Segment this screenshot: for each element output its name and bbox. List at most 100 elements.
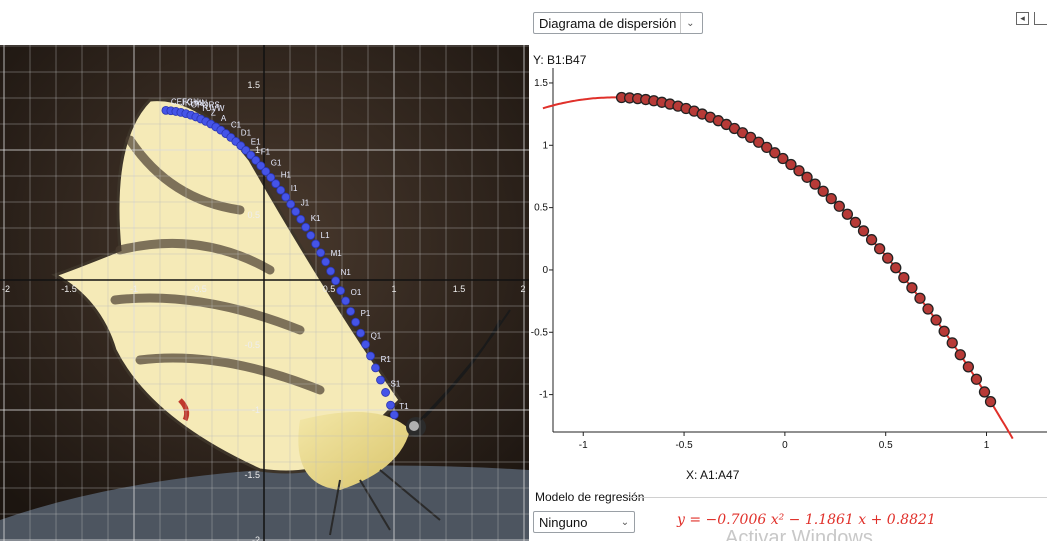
point-label: S1 xyxy=(391,379,401,388)
x-tick-label: 2 xyxy=(520,284,525,294)
point-label: P1 xyxy=(361,309,371,318)
x-tick-label: 0.5 xyxy=(879,440,893,451)
y-tick-label: -1.5 xyxy=(244,470,260,480)
curve-point[interactable] xyxy=(371,363,380,373)
y-tick-label: -1 xyxy=(539,390,548,401)
y-tick-label: -0.5 xyxy=(244,340,260,350)
data-point xyxy=(930,314,942,326)
data-point xyxy=(857,225,870,237)
curve-point[interactable] xyxy=(326,266,336,276)
curve-point[interactable] xyxy=(389,410,399,420)
scatter-points xyxy=(615,91,997,408)
graphics-view[interactable]: -2 -1.5 -1 -0.5 0.5 1 1.5 2 1.5 1 0.5 -0.5 -1 -1.5 -2 … xyxy=(0,0,529,541)
curve-point[interactable] xyxy=(381,388,390,397)
curve-point[interactable] xyxy=(346,306,356,316)
point-label: M1 xyxy=(331,249,343,258)
data-point xyxy=(970,373,983,385)
data-point xyxy=(833,200,845,212)
data-point xyxy=(906,282,918,294)
x-tick-label: 1 xyxy=(984,440,990,451)
data-point xyxy=(817,185,829,197)
curve-point[interactable] xyxy=(301,222,311,232)
data-point xyxy=(873,243,886,255)
graphics-canvas[interactable]: -2 -1.5 -1 -0.5 0.5 1 1.5 21.510.5-0.5-1-1.5-2 … xyxy=(0,0,529,541)
data-point xyxy=(922,303,934,315)
y-tick-label: 0.5 xyxy=(247,210,260,220)
x-tick-label: -1 xyxy=(130,284,138,294)
x-tick-label: 0 xyxy=(782,440,788,451)
regression-divider xyxy=(627,497,1047,498)
curve-point[interactable] xyxy=(366,351,375,361)
regression-model-select[interactable]: Ninguno ⌄ xyxy=(533,511,635,533)
curve-point[interactable] xyxy=(336,286,346,296)
curve-point[interactable] xyxy=(296,214,306,224)
data-point xyxy=(882,252,894,264)
point-label: O1 xyxy=(351,288,362,297)
curve-point[interactable] xyxy=(361,340,370,349)
curve-point[interactable] xyxy=(386,400,395,410)
curve-point[interactable] xyxy=(306,231,316,240)
statistics-view: Diagrama de dispersión ⌄ ◂ Y: B1:B47 -1-… xyxy=(529,0,1047,541)
x-tick-label: -0.5 xyxy=(191,284,207,294)
point-label: R1 xyxy=(381,355,392,364)
curve-point[interactable] xyxy=(276,185,286,195)
curve-point[interactable] xyxy=(356,328,366,338)
data-point xyxy=(954,349,966,361)
y-tick-label: -1 xyxy=(252,405,260,415)
regression-equation: y = −0.7006 x² − 1.1861 x + 0.8821 xyxy=(677,512,936,528)
point-label: Q1 xyxy=(371,331,382,340)
curve-point[interactable] xyxy=(311,239,321,249)
data-point xyxy=(809,178,821,190)
point-label: D1 xyxy=(241,128,252,137)
x-range-label: X: A1:A47 xyxy=(686,468,740,482)
point-label: H1 xyxy=(281,171,292,180)
y-tick-label: 1.5 xyxy=(534,78,548,89)
y-tick-label: 0.5 xyxy=(534,203,548,214)
x-tick-label: 0.5 xyxy=(323,284,336,294)
y-tick-label: 1.5 xyxy=(247,80,260,90)
data-point xyxy=(890,262,902,274)
x-tick-label: 1 xyxy=(391,284,396,294)
y-tick-label: 1 xyxy=(542,140,548,151)
curve-point[interactable] xyxy=(316,248,326,258)
data-point xyxy=(938,325,950,337)
x-tick-label: -0.5 xyxy=(675,440,693,451)
y-tick-label: 1 xyxy=(255,145,260,155)
regression-model-value: Ninguno xyxy=(539,514,588,530)
y-tick-labels: 1.5 1 0.5 0 -0.5 -1 xyxy=(531,78,553,401)
x-tick-label: -2 xyxy=(2,284,10,294)
point-label: I1 xyxy=(291,184,298,193)
curve-point[interactable] xyxy=(321,257,331,267)
scatter-plot[interactable]: -1 -0.5 0 0.5 1 1.5 1 0.5 0 -0.5 -1 xyxy=(529,0,1047,541)
chevron-down-icon: ⌄ xyxy=(620,516,630,528)
y-tick-label: -0.5 xyxy=(531,327,549,338)
point-label: J1 xyxy=(301,199,310,208)
curve-point[interactable] xyxy=(376,375,385,385)
data-point xyxy=(865,234,878,246)
data-point xyxy=(984,396,997,408)
data-point xyxy=(898,271,910,284)
data-point xyxy=(825,192,837,205)
curve-point[interactable] xyxy=(281,192,291,202)
curve-point[interactable] xyxy=(286,199,296,209)
point-label: F1 xyxy=(261,147,271,156)
data-point xyxy=(914,292,926,304)
data-point xyxy=(841,208,854,220)
curve-point[interactable] xyxy=(331,276,341,286)
curve-point[interactable] xyxy=(291,207,301,216)
point-label: T1 xyxy=(399,402,409,411)
data-point xyxy=(962,361,975,373)
data-point xyxy=(978,386,991,398)
activation-watermark: Activar Windows xyxy=(725,527,873,541)
curve-point[interactable] xyxy=(341,296,351,306)
data-point xyxy=(849,216,862,229)
y-tick-label: -2 xyxy=(252,535,260,541)
point-label: N1 xyxy=(341,268,352,277)
y-tick-label: 0 xyxy=(542,265,548,276)
point-label: L1 xyxy=(321,231,330,240)
x-tick-labels: -1 -0.5 0 0.5 1 xyxy=(579,432,990,451)
point-label: Z xyxy=(211,108,216,117)
curve-point[interactable] xyxy=(351,317,361,327)
point-label: E1 xyxy=(251,137,261,146)
x-tick-label: -1 xyxy=(579,440,588,451)
